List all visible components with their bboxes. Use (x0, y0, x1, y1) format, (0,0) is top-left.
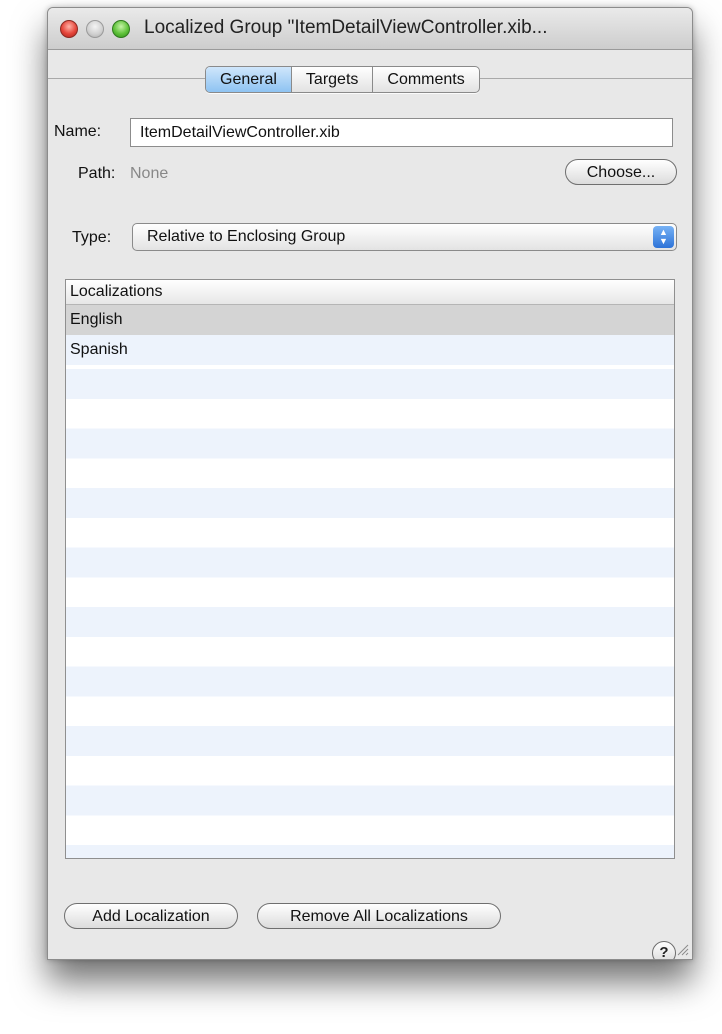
help-button[interactable]: ? (652, 941, 676, 959)
tab-general[interactable]: General (206, 67, 292, 92)
resize-grip-icon[interactable] (677, 944, 689, 956)
close-button-icon[interactable] (60, 20, 78, 38)
type-label: Type: (72, 229, 112, 246)
table-row[interactable]: English (66, 305, 674, 335)
localizations-column-header[interactable]: Localizations (66, 280, 674, 305)
tab-targets[interactable]: Targets (292, 67, 374, 92)
type-popup-value: Relative to Enclosing Group (147, 228, 346, 245)
window-title: Localized Group "ItemDetailViewControlle… (144, 17, 548, 38)
tab-comments[interactable]: Comments (373, 67, 478, 92)
info-window: Localized Group "ItemDetailViewControlle… (47, 7, 693, 960)
choose-button[interactable]: Choose... (565, 159, 677, 185)
add-localization-button[interactable]: Add Localization (64, 903, 238, 929)
remove-all-localizations-button[interactable]: Remove All Localizations (257, 903, 501, 929)
type-popup[interactable]: Relative to Enclosing Group ▲ ▼ (132, 223, 677, 251)
name-label: Name: (54, 123, 102, 140)
table-row[interactable]: Spanish (66, 334, 674, 365)
zoom-button-icon[interactable] (112, 20, 130, 38)
minimize-button-icon[interactable] (86, 20, 104, 38)
tab-segmented-control: General Targets Comments (205, 66, 480, 93)
popup-arrows-icon: ▲ ▼ (653, 226, 674, 248)
title-bar[interactable]: Localized Group "ItemDetailViewControlle… (48, 8, 692, 50)
name-field[interactable]: ItemDetailViewController.xib (130, 118, 673, 147)
path-label: Path: (78, 165, 116, 182)
path-value: None (130, 165, 169, 182)
localizations-table[interactable]: Localizations English Spanish (65, 279, 675, 859)
